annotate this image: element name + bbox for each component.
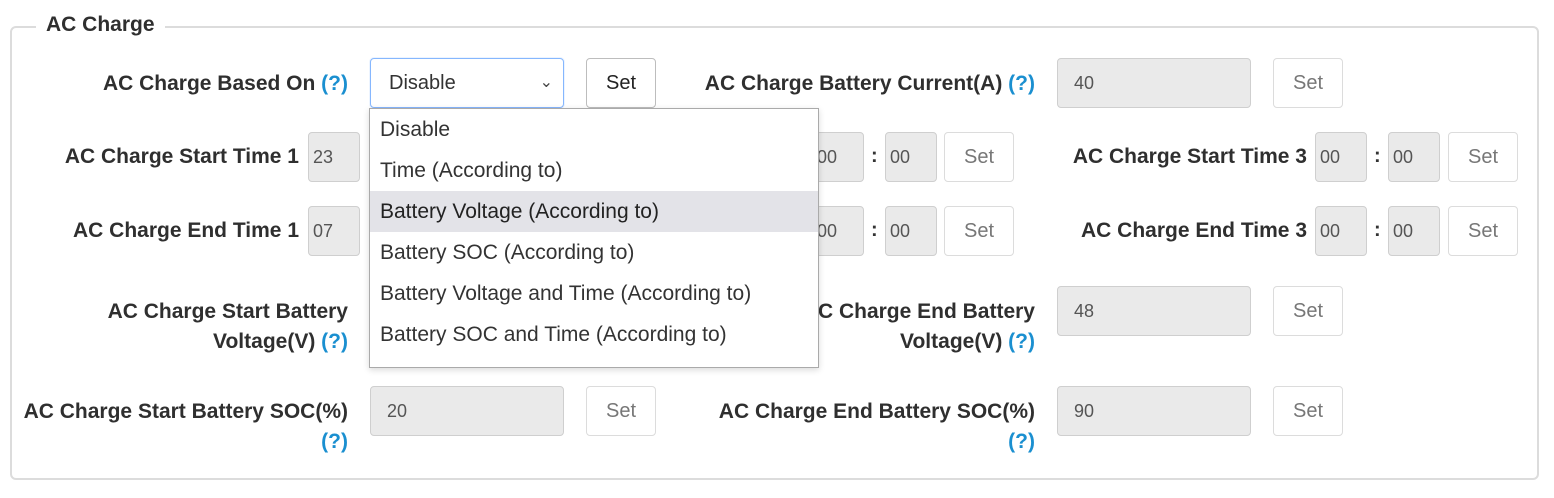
dropdown-option-battery-voltage-and-time[interactable]: Battery Voltage and Time (According to)	[370, 273, 818, 314]
start-voltage-label-line2-wrap: Voltage(V) (?)	[108, 327, 348, 357]
based-on-set-button[interactable]: Set	[586, 58, 656, 108]
end-soc-input[interactable]: 90	[1057, 386, 1251, 436]
end-voltage-label: AC Charge End Battery Voltage(V) (?)	[803, 297, 1035, 357]
end-soc-set-button[interactable]: Set	[1273, 386, 1343, 436]
section-title: AC Charge	[36, 13, 165, 37]
end-voltage-input[interactable]: 48	[1057, 286, 1251, 336]
end-time-3-hour-input[interactable]: 00	[1315, 206, 1367, 256]
end-time-3-set-button[interactable]: Set	[1448, 206, 1518, 256]
end-time-2-hour-input[interactable]: 00	[812, 206, 864, 256]
based-on-label: AC Charge Based On (?)	[103, 69, 348, 99]
start-time-2-minute-input[interactable]: 00	[885, 132, 937, 182]
end-time-3-colon: :	[1374, 219, 1381, 241]
end-soc-help-icon[interactable]: (?)	[719, 427, 1035, 457]
chevron-down-icon: ⌄	[539, 74, 553, 91]
start-time-3-set-button[interactable]: Set	[1448, 132, 1518, 182]
end-voltage-label-line1: AC Charge End Battery	[802, 300, 1035, 323]
start-soc-input[interactable]: 20	[370, 386, 564, 436]
start-time-3-minute-input[interactable]: 00	[1388, 132, 1440, 182]
dropdown-option-time[interactable]: Time (According to)	[370, 150, 818, 191]
dropdown-option-battery-voltage[interactable]: Battery Voltage (According to)	[370, 191, 818, 232]
start-soc-set-button[interactable]: Set	[586, 386, 656, 436]
end-time-1-label: AC Charge End Time 1	[73, 219, 299, 242]
end-time-2-colon: :	[871, 219, 878, 241]
start-soc-label: AC Charge Start Battery SOC(%) (?)	[24, 397, 348, 457]
end-voltage-label-line2-wrap: Voltage(V) (?)	[803, 327, 1035, 357]
start-soc-label-text: AC Charge Start Battery SOC(%)	[23, 400, 348, 423]
based-on-help-icon[interactable]: (?)	[321, 72, 348, 95]
end-soc-label: AC Charge End Battery SOC(%) (?)	[719, 397, 1035, 457]
start-time-2-colon: :	[871, 145, 878, 167]
battery-current-set-button[interactable]: Set	[1273, 58, 1343, 108]
end-time-2-minute-input[interactable]: 00	[885, 206, 937, 256]
end-voltage-help-icon[interactable]: (?)	[1008, 330, 1035, 353]
battery-current-help-icon[interactable]: (?)	[1008, 72, 1035, 95]
battery-current-label: AC Charge Battery Current(A) (?)	[705, 69, 1035, 99]
dropdown-option-disable[interactable]: Disable	[370, 109, 818, 150]
start-time-2-set-button[interactable]: Set	[944, 132, 1014, 182]
start-time-3-hour-input[interactable]: 00	[1315, 132, 1367, 182]
end-time-3-label: AC Charge End Time 3	[1081, 219, 1307, 242]
end-soc-label-text: AC Charge End Battery SOC(%)	[718, 400, 1035, 423]
start-time-3-colon: :	[1374, 145, 1381, 167]
end-time-3-minute-input[interactable]: 00	[1388, 206, 1440, 256]
based-on-label-text: AC Charge Based On	[102, 72, 316, 95]
dropdown-option-battery-soc[interactable]: Battery SOC (According to)	[370, 232, 818, 273]
end-voltage-set-button[interactable]: Set	[1273, 286, 1343, 336]
start-voltage-label-line1: AC Charge Start Battery	[107, 300, 348, 323]
end-time-1-hour-input[interactable]: 07	[308, 206, 360, 256]
based-on-dropdown-list: Disable Time (According to) Battery Volt…	[369, 108, 819, 368]
start-voltage-help-icon[interactable]: (?)	[321, 330, 348, 353]
end-voltage-label-line2: Voltage(V)	[900, 330, 1003, 353]
start-voltage-label-line2: Voltage(V)	[213, 330, 316, 353]
dropdown-option-battery-soc-and-time[interactable]: Battery SOC and Time (According to)	[370, 314, 818, 355]
end-time-2-set-button[interactable]: Set	[944, 206, 1014, 256]
start-time-3-label: AC Charge Start Time 3	[1072, 145, 1307, 168]
based-on-selected-value: Disable	[389, 72, 456, 94]
battery-current-label-text: AC Charge Battery Current(A)	[704, 72, 1003, 95]
start-time-1-hour-input[interactable]: 23	[308, 132, 360, 182]
start-time-2-hour-input[interactable]: 00	[812, 132, 864, 182]
based-on-select[interactable]: Disable ⌄	[370, 58, 564, 108]
battery-current-input[interactable]: 40	[1057, 58, 1251, 108]
start-voltage-label: AC Charge Start Battery Voltage(V) (?)	[108, 297, 348, 357]
start-soc-help-icon[interactable]: (?)	[24, 427, 348, 457]
start-time-1-label: AC Charge Start Time 1	[64, 145, 299, 168]
